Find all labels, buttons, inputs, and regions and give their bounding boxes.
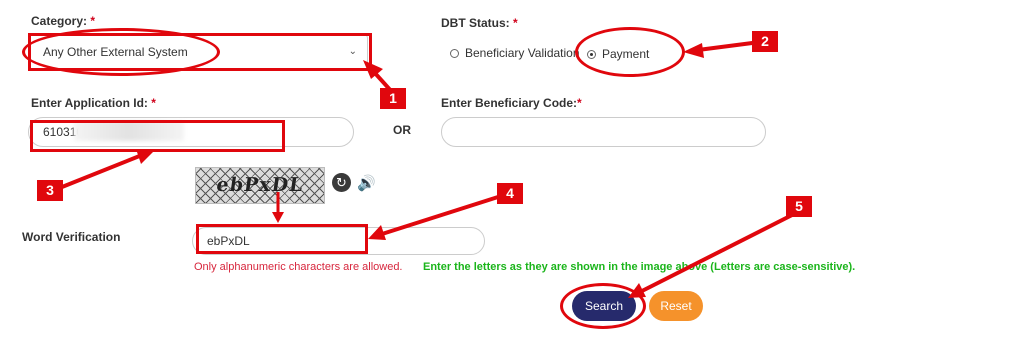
arrowhead-captcha [272, 212, 284, 223]
arrowhead-2 [683, 43, 704, 58]
step-badge-4: 4 [497, 183, 523, 204]
step-badge-2: 2 [752, 31, 778, 52]
arrow-5 [639, 210, 799, 294]
arrowhead-4 [368, 225, 386, 240]
step-badge-3: 3 [37, 180, 63, 201]
step-badge-5: 5 [786, 196, 812, 217]
step-badge-1: 1 [380, 88, 406, 109]
arrowhead-3 [136, 149, 155, 164]
annotation-arrows [61, 40, 799, 298]
arrow-4 [381, 195, 499, 236]
arrow-3 [61, 153, 143, 189]
arrow-2 [697, 40, 761, 52]
